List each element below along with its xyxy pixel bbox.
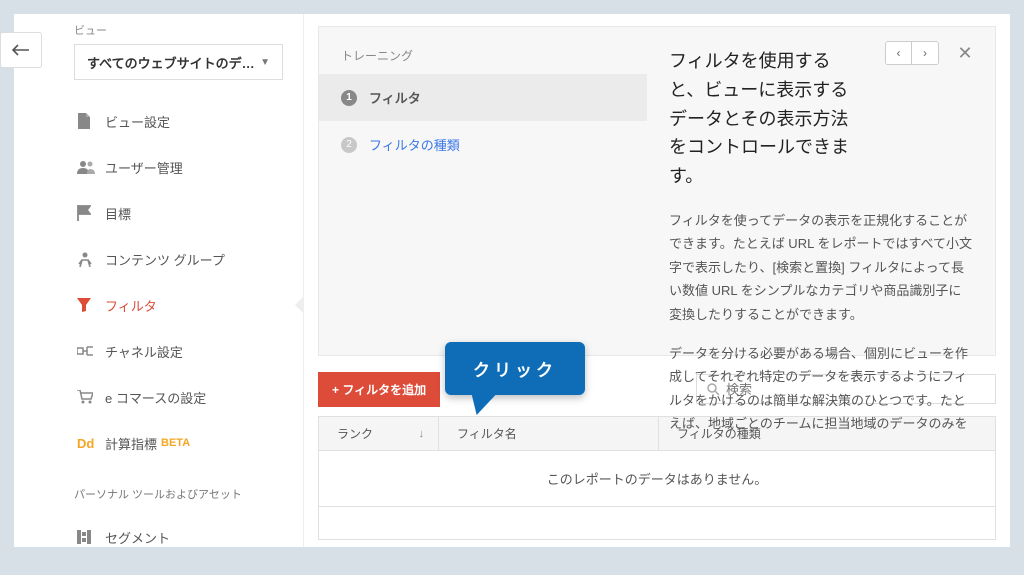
view-section-label: ビュー	[14, 18, 303, 44]
sidebar-item-calculated-metrics[interactable]: Dd 計算指標 BETA	[14, 420, 303, 466]
nav-label: ユーザー管理	[105, 158, 183, 177]
nav-label: コンテンツ グループ	[105, 250, 225, 269]
annotation-callout: クリック	[445, 342, 585, 415]
flag-icon	[77, 205, 105, 221]
add-filter-button[interactable]: + フィルタを追加	[318, 372, 440, 407]
back-button[interactable]	[0, 32, 42, 68]
help-nav-header: トレーニング	[319, 27, 647, 74]
help-controls: ‹ › ✕	[885, 41, 979, 65]
help-close-button[interactable]: ✕	[951, 42, 979, 64]
column-header-rank[interactable]: ランク ↓	[319, 417, 439, 450]
person-group-icon	[77, 251, 105, 267]
view-selector-dropdown[interactable]: すべてのウェブサイトのデ… ▼	[74, 44, 283, 80]
nav-label: セグメント	[105, 528, 170, 547]
help-content: ‹ › ✕ フィルタを使用すると、ビューに表示するデータとその表示方法をコントロ…	[647, 27, 995, 355]
nav-label: チャネル設定	[105, 342, 183, 361]
help-step-label: フィルタ	[369, 88, 421, 107]
document-icon	[77, 113, 105, 129]
sidebar-item-view-settings[interactable]: ビュー設定	[14, 98, 303, 144]
help-pager: ‹ ›	[885, 41, 939, 65]
sidebar-item-content-groups[interactable]: コンテンツ グループ	[14, 236, 303, 282]
sidebar-item-channel-settings[interactable]: チャネル設定	[14, 328, 303, 374]
cart-icon	[77, 390, 105, 404]
table-footer	[319, 507, 995, 539]
help-step-filters[interactable]: 1 フィルタ	[319, 74, 647, 121]
sidebar-item-user-management[interactable]: ユーザー管理	[14, 144, 303, 190]
sort-arrow-icon: ↓	[419, 428, 425, 440]
chevron-down-icon: ▼	[260, 57, 270, 68]
help-step-filter-types[interactable]: 2 フィルタの種類	[319, 121, 647, 168]
help-title: フィルタを使用すると、ビューに表示するデータとその表示方法をコントロールできます…	[669, 47, 973, 191]
help-next-button[interactable]: ›	[912, 42, 938, 64]
beta-badge: BETA	[161, 437, 190, 449]
personal-tools-header: パーソナル ツールおよびアセット	[14, 466, 303, 514]
view-selector-text: すべてのウェブサイトのデ…	[87, 53, 255, 72]
sidebar-item-segments[interactable]: セグメント	[14, 514, 303, 547]
column-header-name[interactable]: フィルタ名	[439, 417, 659, 450]
sidebar-item-goals[interactable]: 目標	[14, 190, 303, 236]
users-icon	[77, 160, 105, 174]
nav-label: e コマースの設定	[105, 388, 206, 407]
help-body: フィルタを使ってデータの表示を正規化することができます。たとえば URL をレポ…	[669, 209, 973, 452]
help-prev-button[interactable]: ‹	[886, 42, 912, 64]
nav-label: 計算指標	[105, 434, 157, 453]
callout-tail-icon	[459, 393, 498, 415]
table-empty-message: このレポートのデータはありません。	[319, 451, 995, 507]
column-label: フィルタ名	[457, 425, 517, 442]
nav-label: フィルタ	[105, 296, 157, 315]
help-paragraph: フィルタを使ってデータの表示を正規化することができます。たとえば URL をレポ…	[669, 209, 973, 326]
step-number-badge: 2	[341, 137, 357, 153]
back-arrow-icon	[12, 44, 30, 56]
dd-icon: Dd	[77, 436, 105, 451]
help-nav: トレーニング 1 フィルタ 2 フィルタの種類	[319, 27, 647, 355]
nav-label: ビュー設定	[105, 112, 170, 131]
segment-icon	[77, 530, 105, 544]
column-label: ランク	[337, 425, 373, 442]
sidebar-item-ecommerce[interactable]: e コマースの設定	[14, 374, 303, 420]
sidebar-item-filters[interactable]: フィルタ	[14, 282, 303, 328]
help-panel: トレーニング 1 フィルタ 2 フィルタの種類 ‹ › ✕	[318, 26, 996, 356]
funnel-icon	[77, 298, 105, 312]
help-step-label: フィルタの種類	[369, 135, 460, 154]
callout-label: クリック	[445, 342, 585, 395]
help-paragraph: データを分ける必要がある場合、個別にビューを作成してそれぞれ特定のデータを表示す…	[669, 342, 973, 436]
main-content: トレーニング 1 フィルタ 2 フィルタの種類 ‹ › ✕	[304, 14, 1010, 547]
nav-label: 目標	[105, 204, 131, 223]
channel-icon	[77, 344, 105, 358]
step-number-badge: 1	[341, 90, 357, 106]
sidebar: ビュー すべてのウェブサイトのデ… ▼ ビュー設定 ユーザー管理 目標 コンテン…	[14, 14, 304, 547]
